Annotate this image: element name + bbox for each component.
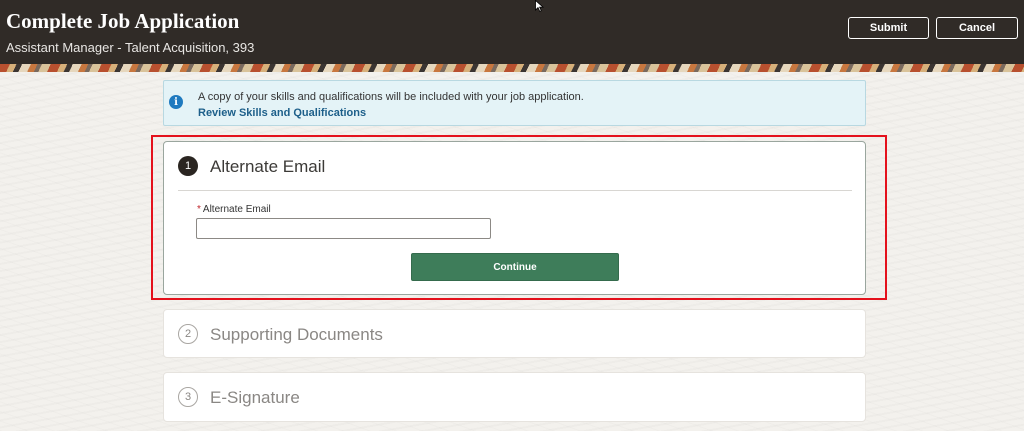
info-message-box: i A copy of your skills and qualificatio… — [163, 80, 866, 126]
mouse-cursor-icon — [535, 0, 545, 12]
alternate-email-label: * Alternate Email — [197, 204, 271, 215]
divider — [178, 190, 852, 191]
cancel-button[interactable]: Cancel — [936, 17, 1018, 39]
continue-button[interactable]: Continue — [411, 253, 619, 281]
page-header: Complete Job Application Assistant Manag… — [0, 0, 1024, 64]
info-message-text: A copy of your skills and qualifications… — [198, 91, 584, 103]
step-number-badge: 1 — [178, 156, 198, 176]
page-title: Complete Job Application — [6, 9, 240, 33]
submit-button[interactable]: Submit — [848, 17, 929, 39]
alternate-email-label-text: Alternate Email — [202, 204, 271, 215]
step-title: E-Signature — [210, 388, 300, 407]
alternate-email-input[interactable] — [196, 218, 491, 239]
info-icon: i — [169, 95, 183, 109]
job-subtitle: Assistant Manager - Talent Acquisition, … — [6, 40, 255, 55]
required-marker: * — [197, 204, 201, 215]
review-skills-link[interactable]: Review Skills and Qualifications — [198, 107, 366, 119]
step-card-e-signature[interactable]: 3 E-Signature — [163, 372, 866, 422]
step-title: Alternate Email — [210, 157, 326, 176]
step-title: Supporting Documents — [210, 325, 383, 344]
step-card-supporting-documents[interactable]: 2 Supporting Documents — [163, 309, 866, 358]
step-card-alternate-email: 1 Alternate Email * Alternate Email Conti… — [163, 141, 866, 295]
step-number-badge: 2 — [178, 324, 198, 344]
step-number-badge: 3 — [178, 387, 198, 407]
decorative-banner — [0, 64, 1024, 72]
